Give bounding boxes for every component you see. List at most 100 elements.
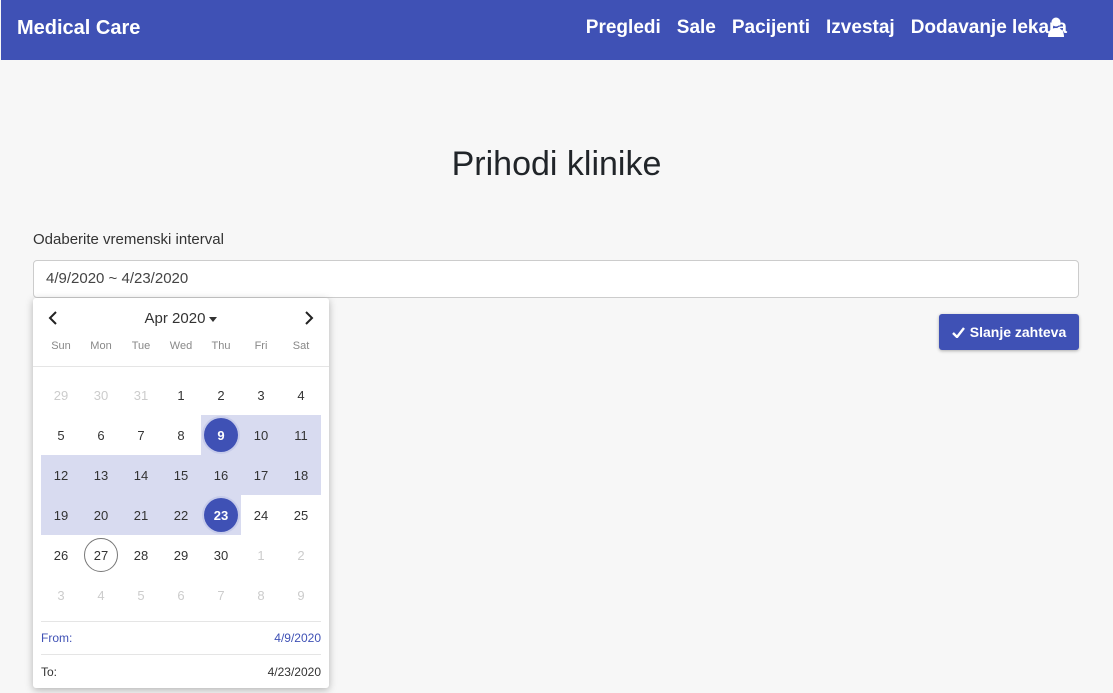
page-title: Prihodi klinike xyxy=(451,144,662,183)
calendar-day[interactable]: 1 xyxy=(161,375,201,415)
calendar-day[interactable]: 2 xyxy=(281,535,321,575)
calendar-day[interactable]: 13 xyxy=(81,455,121,495)
nav-link-dodavanje-lekara[interactable]: Dodavanje lekara xyxy=(911,17,1067,39)
calendar-day[interactable]: 6 xyxy=(161,575,201,615)
calendar-day-number: 23 xyxy=(204,498,238,532)
calendar-day[interactable]: 19 xyxy=(41,495,81,535)
calendar-day[interactable]: 3 xyxy=(41,575,81,615)
calendar-day-number: 19 xyxy=(53,507,69,523)
calendar-day[interactable]: 30 xyxy=(81,375,121,415)
calendar-day[interactable]: 18 xyxy=(281,455,321,495)
calendar-day[interactable]: 16 xyxy=(201,455,241,495)
calendar-day-number: 22 xyxy=(173,507,189,523)
calendar-week: 12 13 14 15 16 17 18 xyxy=(41,455,321,495)
top-navbar: Medical Care Pregledi Sale Pacijenti Izv… xyxy=(1,0,1113,60)
month-label: Apr 2020 xyxy=(144,310,206,327)
calendar-day[interactable]: 24 xyxy=(241,495,281,535)
calendar-day[interactable]: 4 xyxy=(281,375,321,415)
calendar-week: 3 4 5 6 7 8 9 xyxy=(41,575,321,615)
calendar-day-today[interactable]: 27 xyxy=(81,535,121,575)
nav-link-pacijenti[interactable]: Pacijenti xyxy=(732,17,810,39)
calendar-day-number: 15 xyxy=(173,467,189,483)
calendar-day[interactable]: 5 xyxy=(121,575,161,615)
calendar-day[interactable]: 2 xyxy=(201,375,241,415)
calendar-day-number: 1 xyxy=(257,547,265,563)
calendar-day-number: 30 xyxy=(93,387,109,403)
calendar-day[interactable]: 25 xyxy=(281,495,321,535)
month-selector[interactable]: Apr 2020 xyxy=(33,310,329,327)
chevron-right-icon[interactable] xyxy=(299,308,319,328)
calendar-day-number: 14 xyxy=(133,467,149,483)
calendar-day[interactable]: 8 xyxy=(161,415,201,455)
calendar-day[interactable]: 29 xyxy=(161,535,201,575)
calendar-day-number: 8 xyxy=(257,587,265,603)
calendar-day-number: 8 xyxy=(177,427,185,443)
calendar-day[interactable]: 20 xyxy=(81,495,121,535)
calendar-day[interactable]: 15 xyxy=(161,455,201,495)
calendar-day[interactable]: 31 xyxy=(121,375,161,415)
date-range-input[interactable]: 4/9/2020 ~ 4/23/2020 xyxy=(33,260,1079,298)
caret-down-icon xyxy=(209,316,218,322)
nav-link-pregledi[interactable]: Pregledi xyxy=(586,17,661,39)
calendar-day-number: 3 xyxy=(257,387,265,403)
divider xyxy=(33,366,329,367)
date-range-picker: Apr 2020 Sun Mon Tue Wed Thu Fri Sat 29 3… xyxy=(33,298,329,688)
calendar-day[interactable]: 22 xyxy=(161,495,201,535)
calendar-day[interactable]: 17 xyxy=(241,455,281,495)
to-label: To: xyxy=(41,665,58,679)
calendar-day[interactable]: 1 xyxy=(241,535,281,575)
submit-request-button[interactable]: Slanje zahteva xyxy=(939,314,1079,350)
from-value[interactable]: 4/9/2020 xyxy=(274,631,321,645)
divider xyxy=(41,621,321,622)
nav-link-sale[interactable]: Sale xyxy=(677,17,716,39)
calendar-day[interactable]: 5 xyxy=(41,415,81,455)
nav-link-izvestaj[interactable]: Izvestaj xyxy=(826,17,895,39)
calendar-day-number: 4 xyxy=(97,587,105,603)
calendar-day-number: 28 xyxy=(133,547,149,563)
weekday-label: Sun xyxy=(51,340,71,352)
calendar-day-number: 5 xyxy=(57,427,65,443)
date-range-label: Odaberite vremenski interval xyxy=(33,231,224,248)
calendar-day-number: 31 xyxy=(133,387,149,403)
calendar-grid: 29 30 31 1 2 3 4 5 6 7 8 9 10 11 12 13 14 15 16 17 18 19 20 21 2… xyxy=(41,375,321,615)
calendar-day-number: 13 xyxy=(93,467,109,483)
calendar-day[interactable]: 6 xyxy=(81,415,121,455)
calendar-header: Apr 2020 xyxy=(33,298,329,338)
calendar-day-number: 16 xyxy=(213,467,229,483)
user-icon[interactable] xyxy=(1047,17,1065,37)
weekday-label: Sat xyxy=(292,340,310,352)
calendar-week: 5 6 7 8 9 10 11 xyxy=(41,415,321,455)
calendar-day[interactable]: 30 xyxy=(201,535,241,575)
calendar-day[interactable]: 26 xyxy=(41,535,81,575)
calendar-day-number: 2 xyxy=(297,547,305,563)
nav-links: Pregledi Sale Pacijenti Izvestaj Dodavan… xyxy=(586,17,1067,39)
submit-request-label: Slanje zahteva xyxy=(969,324,1067,340)
calendar-day[interactable]: 29 xyxy=(41,375,81,415)
calendar-day-number: 9 xyxy=(297,587,305,603)
calendar-day-number: 2 xyxy=(217,387,225,403)
calendar-week: 29 30 31 1 2 3 4 xyxy=(41,375,321,415)
calendar-day[interactable]: 10 xyxy=(241,415,281,455)
calendar-day[interactable]: 7 xyxy=(201,575,241,615)
calendar-day-selected[interactable]: 9 xyxy=(201,415,241,455)
calendar-day-number: 30 xyxy=(213,547,229,563)
calendar-day[interactable]: 9 xyxy=(281,575,321,615)
calendar-day[interactable]: 4 xyxy=(81,575,121,615)
calendar-day[interactable]: 12 xyxy=(41,455,81,495)
calendar-day[interactable]: 14 xyxy=(121,455,161,495)
calendar-day[interactable]: 8 xyxy=(241,575,281,615)
calendar-day[interactable]: 3 xyxy=(241,375,281,415)
divider xyxy=(41,654,321,655)
calendar-day[interactable]: 21 xyxy=(121,495,161,535)
calendar-day-number: 26 xyxy=(53,547,69,563)
calendar-day-selected[interactable]: 23 xyxy=(201,495,241,535)
calendar-day[interactable]: 7 xyxy=(121,415,161,455)
calendar-day[interactable]: 28 xyxy=(121,535,161,575)
weekday-label: Fri xyxy=(254,340,268,352)
calendar-day-number: 21 xyxy=(133,507,149,523)
to-value[interactable]: 4/23/2020 xyxy=(268,665,321,679)
weekday-label: Mon xyxy=(90,340,112,352)
calendar-day-number: 6 xyxy=(97,427,105,443)
calendar-day[interactable]: 11 xyxy=(281,415,321,455)
brand-logo[interactable]: Medical Care xyxy=(17,17,140,40)
